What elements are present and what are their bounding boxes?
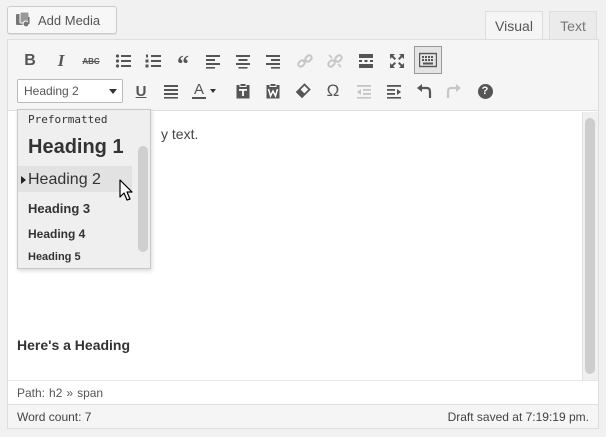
align-right-icon <box>266 55 280 69</box>
dropdown-item-heading-4[interactable]: Heading 4 <box>28 227 85 241</box>
remove-link-button[interactable] <box>322 48 348 74</box>
bulleted-list-icon <box>115 54 131 68</box>
underline-icon: U <box>135 82 147 100</box>
paste-as-text-icon <box>236 83 250 99</box>
tab-visual-label: Visual <box>495 18 533 34</box>
align-left-icon <box>206 55 220 69</box>
text-color-button[interactable]: A <box>188 78 226 104</box>
paste-from-word-icon <box>266 83 280 99</box>
text-color-icon: A <box>192 81 206 99</box>
align-right-button[interactable] <box>260 48 286 74</box>
paragraph-text: y text. <box>161 126 199 142</box>
path-bar: Path: h2 » span <box>8 380 598 404</box>
special-character-icon: Ω <box>326 81 340 100</box>
italic-button[interactable]: I <box>48 48 74 74</box>
blockquote-icon: “ <box>177 51 189 78</box>
help-icon: ? <box>477 83 493 99</box>
align-center-button[interactable] <box>230 48 256 74</box>
italic-icon: I <box>57 51 65 70</box>
word-count: Word count: 7 <box>17 410 92 424</box>
clear-formatting-button[interactable] <box>290 78 316 104</box>
special-character-button[interactable]: Ω <box>320 78 346 104</box>
justify-button[interactable] <box>158 78 184 104</box>
bold-button[interactable]: B <box>17 48 43 74</box>
bold-icon: B <box>24 52 36 69</box>
align-left-button[interactable] <box>200 48 226 74</box>
help-button[interactable]: ? <box>472 78 498 104</box>
format-select-value: Heading 2 <box>24 84 79 98</box>
indent-button[interactable] <box>381 78 407 104</box>
draft-status: Draft saved at 7:19:19 pm. <box>447 410 589 424</box>
underline-button[interactable]: U <box>128 78 154 104</box>
undo-icon <box>417 84 432 98</box>
chevron-down-icon <box>210 89 216 93</box>
outdent-icon <box>357 85 371 99</box>
dropdown-item-heading-5[interactable]: Heading 5 <box>28 251 81 263</box>
add-media-label: Add Media <box>38 12 101 28</box>
status-bar: Word count: 7 Draft saved at 7:19:19 pm. <box>8 404 598 428</box>
outdent-button[interactable] <box>351 78 377 104</box>
indent-icon <box>387 85 401 99</box>
path-separator: » <box>66 385 74 400</box>
dropdown-scrollbar[interactable] <box>138 146 148 252</box>
editor-scroll-thumb[interactable] <box>585 118 595 374</box>
editor: B I ABC “ Heading 2 U A Ω ? y text. Here… <box>7 39 599 429</box>
fullscreen-icon <box>390 54 404 68</box>
toolbar-toggle-icon <box>419 52 437 68</box>
justify-icon <box>164 85 178 99</box>
paste-as-text-button[interactable] <box>230 78 256 104</box>
read-more-button[interactable] <box>353 48 379 74</box>
editor-toolbar: B I ABC “ Heading 2 U A Ω ? <box>8 40 598 111</box>
heading-text: Here's a Heading <box>17 337 131 353</box>
redo-button[interactable] <box>441 78 467 104</box>
redo-icon <box>446 84 461 98</box>
mouse-cursor-icon <box>119 179 133 201</box>
dropdown-item-heading-3[interactable]: Heading 3 <box>28 201 90 216</box>
editor-scrollbar[interactable] <box>582 112 598 380</box>
add-media-button[interactable]: Add Media <box>7 6 117 34</box>
insert-link-icon <box>297 54 313 68</box>
dropdown-item-preformatted[interactable]: Preformatted <box>28 113 107 126</box>
fullscreen-button[interactable] <box>384 48 410 74</box>
blockquote-button[interactable]: “ <box>170 48 196 78</box>
bulleted-list-button[interactable] <box>110 48 136 74</box>
path-segment-span[interactable]: span <box>77 386 103 400</box>
clear-formatting-icon <box>295 83 311 99</box>
numbered-list-button[interactable] <box>140 48 166 74</box>
selected-arrow-icon <box>21 176 26 184</box>
read-more-icon <box>359 54 373 68</box>
strikethrough-icon: ABC <box>82 56 100 66</box>
paste-from-word-button[interactable] <box>260 78 286 104</box>
path-segment-h2[interactable]: h2 <box>49 386 62 400</box>
undo-button[interactable] <box>411 78 437 104</box>
dropdown-item-heading-2[interactable]: Heading 2 <box>28 171 101 189</box>
media-icon <box>15 11 33 29</box>
tab-text[interactable]: Text <box>549 11 597 40</box>
remove-link-icon <box>327 54 343 68</box>
tab-visual[interactable]: Visual <box>485 11 543 40</box>
text-color-letter: A <box>193 81 204 98</box>
format-select[interactable]: Heading 2 <box>17 79 123 103</box>
format-dropdown: Preformatted Heading 1 Heading 2 Heading… <box>17 109 151 269</box>
insert-link-button[interactable] <box>292 48 318 74</box>
align-center-icon <box>236 55 250 69</box>
tab-text-label: Text <box>560 18 586 34</box>
dropdown-item-heading-1[interactable]: Heading 1 <box>28 136 124 159</box>
strikethrough-button[interactable]: ABC <box>78 48 104 74</box>
numbered-list-icon <box>145 54 161 68</box>
path-label: Path: <box>17 385 46 400</box>
chevron-down-icon <box>109 89 117 94</box>
toolbar-toggle-button[interactable] <box>414 46 442 74</box>
